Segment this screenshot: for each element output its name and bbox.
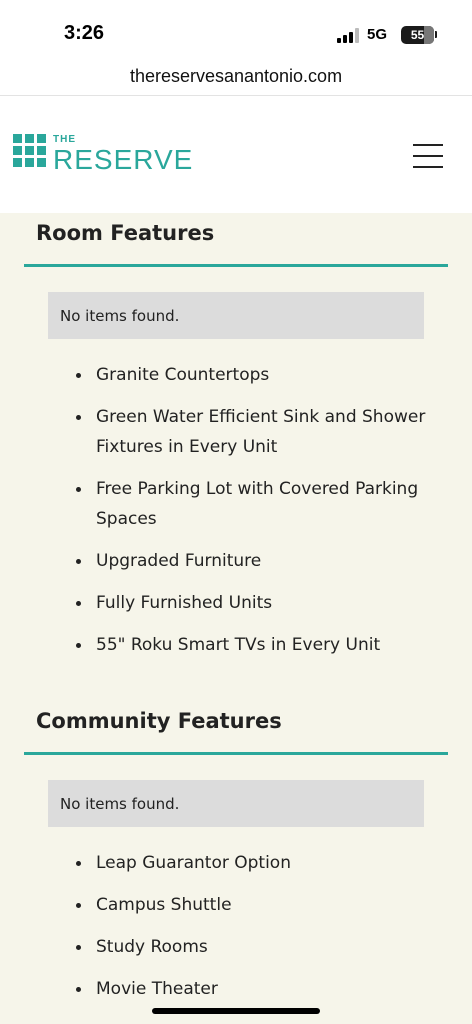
list-item: Green Water Efficient Sink and Shower Fi… (76, 402, 436, 462)
room-features-empty-text: No items found. (60, 307, 180, 325)
community-features-divider (24, 752, 448, 755)
list-item: Upgraded Furniture (76, 546, 436, 576)
battery-icon: 55 (401, 26, 434, 44)
url-text[interactable]: thereservesanantonio.com (0, 66, 472, 87)
list-item: Campus Shuttle (76, 890, 436, 920)
home-indicator[interactable] (152, 1008, 320, 1014)
community-features-title: Community Features (36, 709, 282, 733)
list-item: Free Parking Lot with Covered Parking Sp… (76, 474, 436, 534)
community-features-list: Leap Guarantor Option Campus Shuttle Stu… (76, 848, 436, 1016)
list-item: Fully Furnished Units (76, 588, 436, 618)
hamburger-menu-icon[interactable] (413, 144, 445, 168)
site-header: THE RESERVE (0, 96, 472, 213)
list-item: Study Rooms (76, 932, 436, 962)
status-bar: 3:26 5G 55 (0, 0, 472, 58)
logo-main-text: RESERVE (53, 144, 194, 175)
community-features-empty-message: No items found. (48, 780, 424, 827)
community-features-empty-text: No items found. (60, 795, 180, 813)
room-features-list: Granite Countertops Green Water Efficien… (76, 360, 436, 672)
list-item: 55" Roku Smart TVs in Every Unit (76, 630, 436, 660)
room-features-empty-message: No items found. (48, 292, 424, 339)
cellular-signal-icon (337, 27, 359, 43)
battery-level: 55 (410, 28, 425, 42)
url-bar[interactable]: thereservesanantonio.com (0, 58, 472, 96)
list-item: Granite Countertops (76, 360, 436, 390)
room-features-divider (24, 264, 448, 267)
network-type: 5G (367, 26, 388, 43)
list-item: Movie Theater (76, 974, 436, 1004)
logo-grid-icon (13, 134, 51, 172)
room-features-title: Room Features (36, 221, 215, 245)
status-time: 3:26 (64, 22, 105, 44)
the-reserve-logo[interactable]: THE RESERVE (13, 134, 203, 176)
list-item: Leap Guarantor Option (76, 848, 436, 878)
